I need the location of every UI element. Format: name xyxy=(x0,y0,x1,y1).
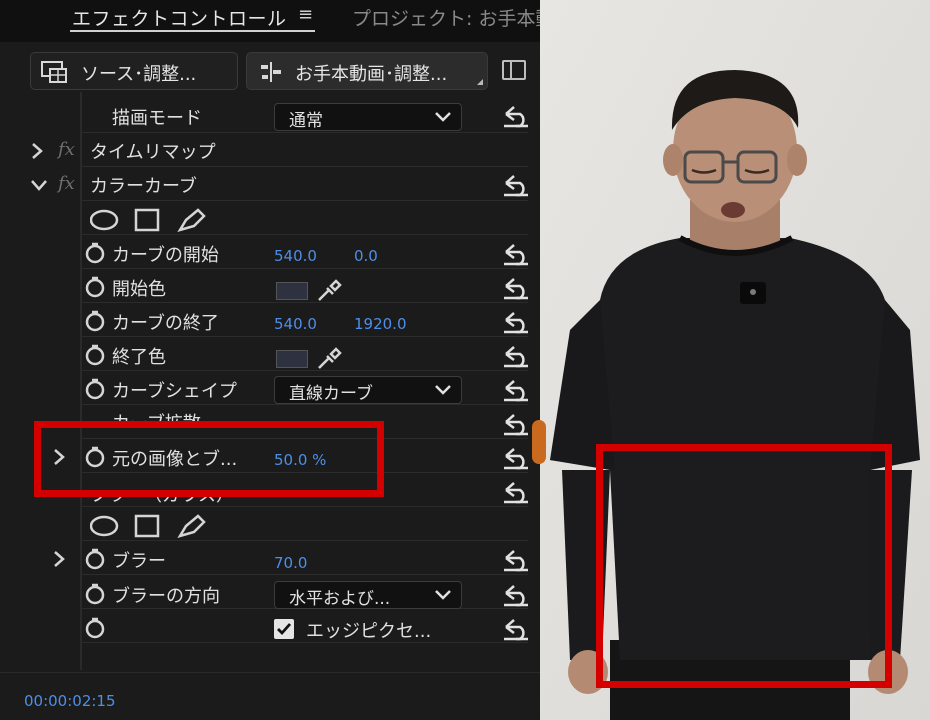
stopwatch-icon[interactable] xyxy=(84,242,106,264)
row-separator xyxy=(82,200,528,201)
curve-start-y[interactable]: 0.0 xyxy=(354,247,378,265)
eyedropper-icon[interactable] xyxy=(316,277,342,303)
sequence-clip-button[interactable]: お手本動画･調整... xyxy=(246,52,488,90)
curve-end-y[interactable]: 1920.0 xyxy=(354,315,407,333)
chevron-down-icon xyxy=(435,112,451,122)
reset-icon[interactable] xyxy=(502,344,530,368)
row-separator xyxy=(82,370,528,371)
timeline-view-toggle-icon[interactable] xyxy=(502,60,526,80)
reset-icon[interactable] xyxy=(502,412,530,436)
column-divider xyxy=(80,92,82,670)
tab-project[interactable]: プロジェクト: お手本動 xyxy=(352,4,554,31)
reset-icon[interactable] xyxy=(502,378,530,402)
stopwatch-icon[interactable] xyxy=(84,344,106,366)
reset-icon[interactable] xyxy=(502,548,530,572)
row-separator xyxy=(82,132,528,133)
reset-icon[interactable] xyxy=(502,104,530,128)
start-color-swatch[interactable] xyxy=(276,282,308,300)
stopwatch-icon[interactable] xyxy=(84,617,106,639)
row-separator xyxy=(82,166,528,167)
blur-label: ブラー xyxy=(112,551,166,572)
color-curve-label: カラーカーブ xyxy=(90,176,197,197)
sequence-icon xyxy=(261,62,281,82)
reset-icon[interactable] xyxy=(502,583,530,607)
chevron-right-icon[interactable] xyxy=(30,142,44,160)
reset-icon[interactable] xyxy=(502,617,530,641)
reset-icon[interactable] xyxy=(502,310,530,334)
edge-pixels-label: エッジピクセ... xyxy=(306,621,432,642)
end-color-label: 終了色 xyxy=(112,347,166,368)
active-tab-indicator xyxy=(70,30,315,32)
corner-arrow-icon xyxy=(477,79,483,85)
row-separator xyxy=(82,574,528,575)
time-remap-label: タイムリマップ xyxy=(90,142,216,163)
blur-direction-dropdown[interactable]: 水平および... xyxy=(274,581,462,609)
reset-icon[interactable] xyxy=(502,242,530,266)
source-clip-button[interactable]: ソース･調整... xyxy=(30,52,238,90)
panel-tab-bar: エフェクトコントロール ≡ プロジェクト: お手本動 xyxy=(0,0,554,42)
edge-pixels-checkbox[interactable] xyxy=(274,619,294,639)
blur-direction-label: ブラーの方向 xyxy=(112,586,220,607)
stopwatch-icon[interactable] xyxy=(84,583,106,605)
row-separator xyxy=(82,540,528,541)
mask-tools xyxy=(90,514,206,538)
curve-start-label: カーブの開始 xyxy=(112,245,219,266)
draw-mode-value: 通常 xyxy=(289,111,323,131)
row-separator xyxy=(82,642,528,643)
timecode[interactable]: 00:00:02:15 xyxy=(24,692,116,710)
chevron-down-icon xyxy=(435,590,451,600)
curve-end-label: カーブの終了 xyxy=(112,313,219,334)
stopwatch-icon[interactable] xyxy=(84,310,106,332)
curve-shape-value: 直線カーブ xyxy=(289,384,373,404)
chevron-right-icon[interactable] xyxy=(52,550,66,568)
stopwatch-icon[interactable] xyxy=(84,548,106,570)
video-preview xyxy=(540,0,930,720)
blur-value[interactable]: 70.0 xyxy=(274,554,307,572)
row-separator xyxy=(82,234,528,235)
fx-icon[interactable]: fx xyxy=(58,173,75,194)
curve-shape-dropdown[interactable]: 直線カーブ xyxy=(274,376,462,404)
row-separator xyxy=(82,268,528,269)
curve-end-x[interactable]: 540.0 xyxy=(274,315,317,333)
playhead-marker xyxy=(532,420,546,464)
panel-bottom-divider xyxy=(0,672,540,673)
fx-icon[interactable]: fx xyxy=(58,139,75,160)
row-separator xyxy=(82,302,528,303)
reset-icon[interactable] xyxy=(502,173,530,197)
curve-start-x[interactable]: 540.0 xyxy=(274,247,317,265)
reset-icon[interactable] xyxy=(502,276,530,300)
panel-menu-icon[interactable]: ≡ xyxy=(298,4,313,25)
tab-effect-controls[interactable]: エフェクトコントロール xyxy=(72,4,287,31)
mask-tools xyxy=(90,208,206,232)
start-color-label: 開始色 xyxy=(112,279,166,300)
draw-mode-label: 描画モード xyxy=(112,108,202,129)
stopwatch-icon[interactable] xyxy=(84,276,106,298)
highlight-box xyxy=(34,421,384,497)
end-color-swatch[interactable] xyxy=(276,350,308,368)
blur-direction-value: 水平および... xyxy=(289,589,391,609)
curve-shape-label: カーブシェイプ xyxy=(112,381,237,402)
reset-icon[interactable] xyxy=(502,446,530,470)
row-separator xyxy=(82,404,528,405)
row-separator xyxy=(82,336,528,337)
highlight-box xyxy=(596,444,892,688)
source-icon xyxy=(41,61,67,83)
stopwatch-icon[interactable] xyxy=(84,378,106,400)
effect-controls-panel: エフェクトコントロール ≡ プロジェクト: お手本動 ソース･調整... お手本… xyxy=(0,0,554,720)
eyedropper-icon[interactable] xyxy=(316,345,342,371)
reset-icon[interactable] xyxy=(502,480,530,504)
sequence-clip-label: お手本動画･調整... xyxy=(295,64,448,85)
chevron-down-icon[interactable] xyxy=(30,178,48,192)
draw-mode-dropdown[interactable]: 通常 xyxy=(274,103,462,131)
checkmark-icon xyxy=(277,623,292,636)
source-clip-label: ソース･調整... xyxy=(81,64,197,85)
chevron-down-icon xyxy=(435,385,451,395)
